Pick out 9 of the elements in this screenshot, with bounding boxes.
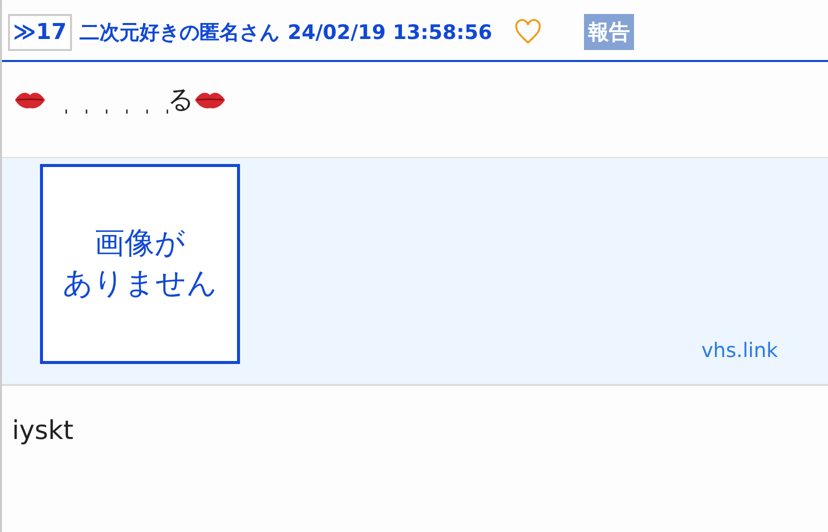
image-placeholder[interactable]: 画像が ありません	[40, 164, 240, 364]
placeholder-text: ありません	[62, 265, 218, 303]
post-author: 二次元好きの匿名さん	[80, 18, 280, 46]
source-link[interactable]: vhs.link	[701, 338, 778, 362]
post-title: 男̩を̩探̩し̩て̩い̩る	[46, 84, 194, 116]
placeholder-text: 画像が	[94, 224, 186, 262]
post-body: iyskt	[11, 415, 74, 448]
post-datetime: 24/02/19 13:58:56	[288, 20, 492, 44]
post-number-link[interactable]: ≫17	[8, 14, 72, 50]
